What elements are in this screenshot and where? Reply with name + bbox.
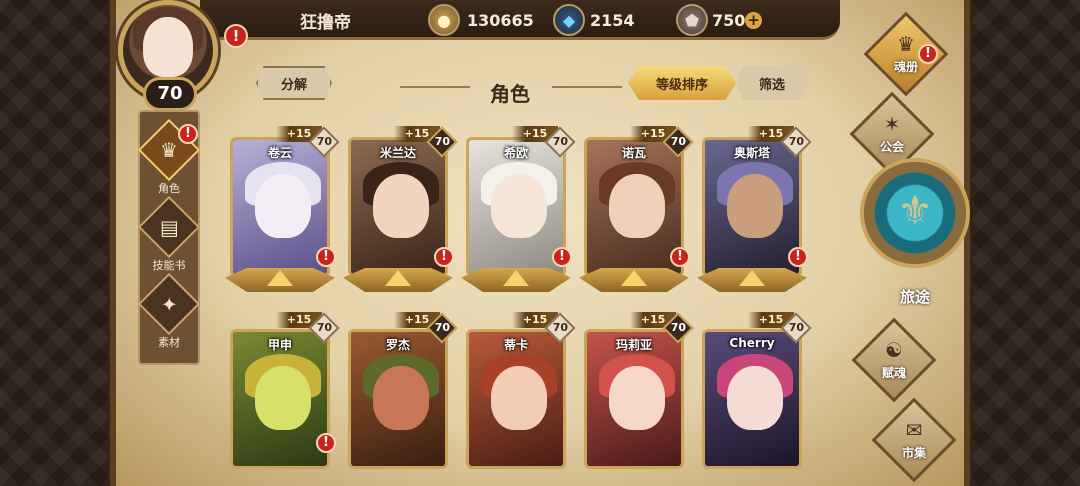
nav-label: 角色 bbox=[158, 182, 180, 195]
card-alert-badge: ! bbox=[670, 247, 690, 267]
decompose-button[interactable]: 分解 bbox=[256, 66, 332, 100]
title-ornament-right bbox=[552, 86, 622, 96]
add-gem-button[interactable]: + bbox=[745, 12, 762, 29]
sort-by-level-button[interactable]: 等级排序 bbox=[628, 66, 736, 100]
filter-button[interactable]: 筛选 bbox=[736, 66, 808, 100]
page-title: 角色 bbox=[490, 82, 530, 106]
character-name: 蒂卡 bbox=[503, 338, 528, 352]
nav-alert-badge: ! bbox=[178, 124, 198, 144]
soul-book-icon: ♛ bbox=[897, 32, 915, 56]
card-alert-badge: ! bbox=[552, 247, 572, 267]
character-name: 玛莉亚 bbox=[615, 338, 652, 352]
nav-market[interactable]: ✉ 市集 bbox=[868, 397, 958, 483]
nav-label: 公会 bbox=[879, 140, 904, 154]
nav-label: 技能书 bbox=[152, 259, 186, 272]
guild-icon: ✶ bbox=[883, 112, 901, 136]
nav-item-skill-books[interactable]: ▤ 技能书 bbox=[137, 195, 201, 273]
nav-guild[interactable]: ✶ 公会 bbox=[846, 91, 936, 177]
character-name: Cherry bbox=[729, 336, 775, 350]
coin-icon: ● bbox=[428, 4, 460, 36]
player-name: 狂撸帝 bbox=[300, 13, 351, 33]
background-left bbox=[0, 0, 120, 486]
nav-label: 市集 bbox=[901, 446, 926, 460]
card-alert-badge: ! bbox=[788, 247, 808, 267]
material-icon: ✦ bbox=[137, 272, 201, 336]
soul-book-alert-badge: ! bbox=[918, 44, 938, 64]
gem-count: 750 bbox=[712, 11, 746, 30]
nav-label: 魂册 bbox=[893, 60, 918, 74]
card-alert-badge: ! bbox=[316, 433, 336, 453]
ensoul-icon: ☯ bbox=[885, 338, 903, 362]
nav-label: 赋魂 bbox=[881, 366, 906, 380]
nav-label: 素材 bbox=[158, 336, 180, 349]
title-ornament-left bbox=[400, 86, 470, 96]
background-right bbox=[960, 0, 1080, 486]
card-alert-badge: ! bbox=[316, 247, 336, 267]
market-icon: ✉ bbox=[905, 418, 923, 442]
crystal-icon: ◆ bbox=[553, 4, 585, 36]
character-name: 甲申 bbox=[267, 338, 292, 352]
gem-icon: ⬟ bbox=[676, 4, 708, 36]
journey-icon: ⚜ bbox=[897, 188, 933, 234]
crystal-count: 2154 bbox=[590, 11, 635, 30]
nav-item-materials[interactable]: ✦ 素材 bbox=[137, 272, 201, 350]
gold-count: 130665 bbox=[467, 11, 534, 30]
journey-button[interactable]: ⚜ 旅途 bbox=[856, 158, 972, 306]
skill-book-icon: ▤ bbox=[137, 195, 201, 259]
avatar-alert-badge: ! bbox=[224, 24, 248, 48]
avatar-face bbox=[143, 17, 193, 77]
journey-label: 旅途 bbox=[899, 288, 930, 306]
player-level-badge: 70 bbox=[143, 77, 197, 111]
character-name: 罗杰 bbox=[385, 338, 410, 352]
card-alert-badge: ! bbox=[434, 247, 454, 267]
nav-ensoul[interactable]: ☯ 赋魂 bbox=[848, 317, 938, 403]
